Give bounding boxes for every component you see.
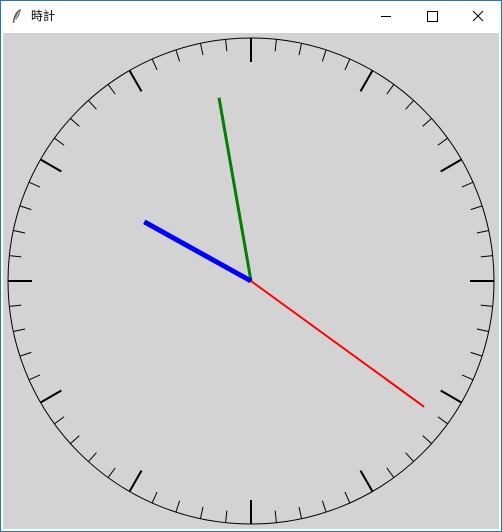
minute-tick [151, 491, 158, 504]
minute-tick [9, 255, 22, 258]
minute-tick [422, 435, 432, 444]
minute-tick [28, 374, 41, 381]
close-icon [472, 10, 484, 22]
minute-tick [461, 181, 474, 188]
minute-tick [405, 100, 414, 110]
minute-tick [344, 58, 351, 71]
minute-tick [225, 510, 228, 523]
clock-window: 時計 [0, 0, 502, 532]
minute-tick [321, 500, 327, 513]
hour-tick [359, 70, 374, 92]
minute-tick [199, 506, 204, 519]
minute-tick [476, 328, 489, 333]
hour-hand [143, 219, 253, 284]
hour-tick [128, 70, 143, 92]
minute-tick [274, 510, 277, 523]
minute-tick [386, 467, 395, 478]
minute-tick [107, 84, 116, 95]
hour-tick [40, 389, 62, 404]
minimize-button[interactable] [363, 1, 409, 31]
minute-tick [405, 452, 414, 462]
minute-tick [386, 84, 395, 95]
minute-tick [88, 100, 97, 110]
minute-tick [298, 506, 303, 519]
hour-tick [128, 470, 143, 492]
minute-tick [88, 452, 97, 462]
hour-tick [359, 470, 374, 492]
minute-tick [19, 351, 32, 357]
minute-hand [217, 97, 253, 282]
minute-tick [28, 181, 41, 188]
maximize-icon [427, 11, 438, 22]
window-title: 時計 [31, 9, 56, 23]
hour-tick [440, 389, 462, 404]
minute-tick [175, 500, 181, 513]
minute-tick [274, 39, 277, 52]
minute-tick [9, 304, 22, 307]
minute-tick [151, 58, 158, 71]
hour-tick [440, 158, 462, 173]
clock-canvas [3, 33, 499, 529]
minute-tick [437, 416, 448, 425]
minute-tick [199, 43, 204, 56]
minute-tick [54, 416, 65, 425]
minute-tick [470, 351, 483, 357]
minute-tick [480, 255, 493, 258]
minute-tick [480, 304, 493, 307]
minute-tick [107, 467, 116, 478]
minute-tick [70, 118, 80, 127]
close-button[interactable] [455, 1, 501, 31]
minute-tick [422, 118, 432, 127]
minute-tick [19, 205, 32, 211]
minute-tick [225, 39, 228, 52]
minute-tick [476, 229, 489, 234]
title-bar[interactable]: 時計 [1, 1, 501, 31]
minute-tick [298, 43, 303, 56]
minute-tick [470, 205, 483, 211]
clock-face [7, 37, 495, 525]
feather-icon [9, 8, 25, 24]
minute-tick [70, 435, 80, 444]
minute-tick [461, 374, 474, 381]
minute-tick [13, 328, 26, 333]
maximize-button[interactable] [409, 1, 455, 31]
minute-tick [321, 49, 327, 62]
second-hand [250, 280, 425, 408]
minute-tick [175, 49, 181, 62]
minute-tick [437, 137, 448, 146]
hour-tick [40, 158, 62, 173]
minute-tick [13, 229, 26, 234]
minimize-icon [381, 16, 391, 17]
minute-tick [54, 137, 65, 146]
minute-tick [344, 491, 351, 504]
